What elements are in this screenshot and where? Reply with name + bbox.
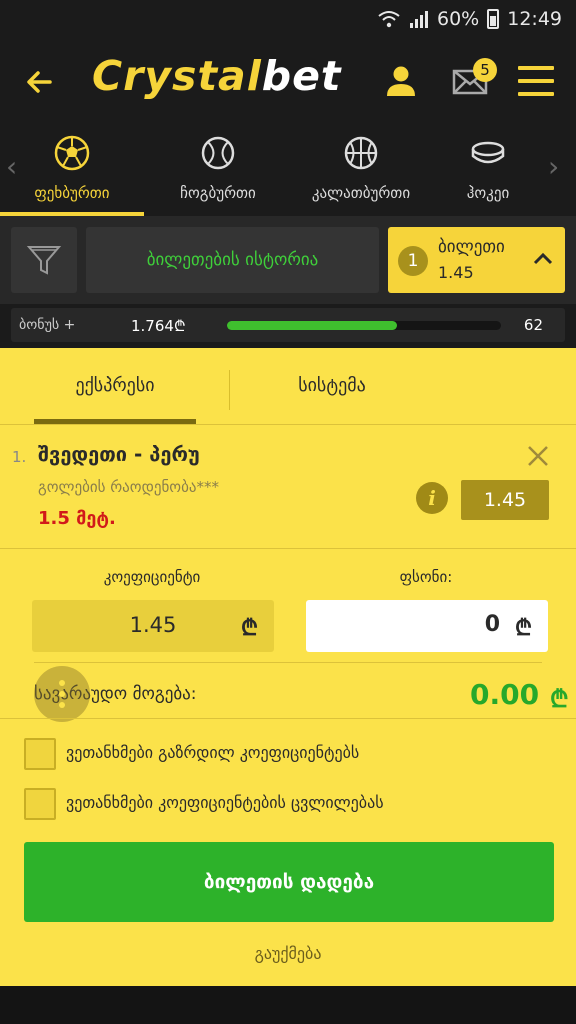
- divider: [0, 718, 576, 719]
- bonus-amount: 1.764₾: [131, 317, 186, 335]
- bet-match-name: შვედეთი - პერუ: [38, 442, 200, 466]
- chevron-up-icon: [533, 252, 553, 265]
- coefficient-value: 1.45: [129, 613, 177, 637]
- stake-label: ფსონი:: [399, 568, 453, 586]
- stake-input[interactable]: 0 ₾: [306, 600, 548, 652]
- coefficient-display: 1.45 ₾: [32, 600, 274, 652]
- wifi-icon: [378, 11, 400, 28]
- bonus-bar: ბონუს + 1.764₾ 62: [11, 308, 565, 342]
- hockey-puck-icon: [471, 141, 505, 164]
- battery-icon: [487, 9, 500, 29]
- app-header: Crystalbet 5: [0, 40, 576, 120]
- bet-odds: 1.45: [461, 480, 549, 520]
- user-icon[interactable]: [382, 62, 420, 100]
- lari-currency-icon: ₾: [550, 685, 569, 713]
- tab-label: ფეხბურთი: [34, 184, 110, 202]
- crystalbet-logo[interactable]: Crystalbet: [92, 52, 342, 100]
- accept-odds-change-checkbox[interactable]: [24, 788, 56, 820]
- tab-system[interactable]: სისტემა: [250, 348, 414, 424]
- bonus-row: ბონუს + 1.764₾ 62: [0, 304, 576, 348]
- battery-percent: 60%: [437, 8, 480, 30]
- tennis-ball-icon: [201, 136, 235, 170]
- lari-currency-icon: ₾: [515, 616, 532, 641]
- divider: [34, 662, 542, 663]
- filter-button[interactable]: [11, 227, 77, 293]
- tab-basketball[interactable]: კალათბურთი: [290, 120, 432, 216]
- divider: [0, 548, 576, 549]
- basketball-icon: [344, 136, 378, 170]
- close-icon[interactable]: [526, 444, 550, 468]
- filter-row: ბილეთების ისტორია 1 ბილეთი 1.45: [0, 216, 576, 304]
- accept-increased-odds-row[interactable]: ვეთანხმები გაზრდილ კოეფიციენტებს: [24, 738, 544, 770]
- sport-tabs: ‹ ფეხბურთი ჩოგბურთი კალათბურთი ჰოკეი ›: [0, 120, 576, 216]
- info-icon[interactable]: i: [416, 482, 448, 514]
- hamburger-menu-icon[interactable]: [518, 66, 554, 96]
- bet-market: გოლების რაოდენობა***: [38, 478, 219, 496]
- accept-increased-odds-checkbox[interactable]: [24, 738, 56, 770]
- tab-separator: [229, 370, 230, 410]
- stake-value: 0: [484, 612, 500, 637]
- logo-text-bet: bet: [261, 52, 342, 100]
- soccer-ball-icon: [54, 135, 90, 171]
- lari-currency-icon: ₾: [241, 616, 258, 641]
- status-bar: 60% 12:49: [0, 0, 576, 40]
- tab-label: ჰოკეი: [466, 184, 510, 202]
- floating-menu-button[interactable]: [34, 666, 90, 722]
- tab-label: კალათბურთი: [311, 184, 411, 202]
- back-arrow-icon[interactable]: [20, 62, 60, 102]
- bonus-progress-track: [227, 321, 501, 330]
- ticket-history-button[interactable]: ბილეთების ისტორია: [86, 227, 379, 293]
- betslip-toggle-button[interactable]: 1 ბილეთი 1.45: [388, 227, 565, 293]
- bet-index: 1.: [12, 448, 27, 466]
- tab-hockey[interactable]: ჰოკეი: [440, 120, 536, 216]
- bonus-percent: 62: [523, 316, 543, 334]
- bonus-progress-fill: [227, 321, 397, 330]
- bet-selection: 1.5 მეტ.: [38, 508, 116, 529]
- logo-text-crystal: Crystal: [92, 52, 262, 100]
- bottom-bar: [0, 986, 576, 1024]
- tab-express[interactable]: ექსპრესი: [34, 348, 196, 424]
- tab-label: ჩოგბურთი: [180, 184, 256, 202]
- chevron-right-icon[interactable]: ›: [548, 150, 559, 183]
- ticket-label: ბილეთი: [438, 237, 505, 257]
- cancel-link[interactable]: გაუქმება: [0, 944, 576, 963]
- tab-football[interactable]: ფეხბურთი: [0, 120, 144, 216]
- accept-odds-change-row[interactable]: ვეთანხმები კოეფიციენტების ცვლილებას: [24, 788, 544, 820]
- checkbox-label: ვეთანხმები კოეფიციენტების ცვლილებას: [66, 793, 384, 812]
- place-bet-button[interactable]: ბილეთის დადება: [24, 842, 554, 922]
- coefficient-label: კოეფიციენტი: [103, 568, 201, 586]
- tab-tennis[interactable]: ჩოგბურთი: [150, 120, 286, 216]
- filter-funnel-icon: [26, 246, 62, 275]
- potential-win-amount: 0.00: [470, 678, 540, 711]
- signal-icon: [410, 11, 428, 28]
- clock: 12:49: [507, 8, 562, 30]
- checkbox-label: ვეთანხმები გაზრდილ კოეფიციენტებს: [66, 743, 360, 762]
- divider: [0, 424, 576, 425]
- ticket-count-badge: 1: [398, 246, 428, 276]
- mail-badge: 5: [473, 58, 497, 82]
- betslip-panel: ექსპრესი სისტემა 1. შვედეთი - პერუ გოლებ…: [0, 348, 576, 986]
- bonus-label: ბონუს +: [19, 317, 76, 333]
- ticket-odds: 1.45: [438, 263, 474, 282]
